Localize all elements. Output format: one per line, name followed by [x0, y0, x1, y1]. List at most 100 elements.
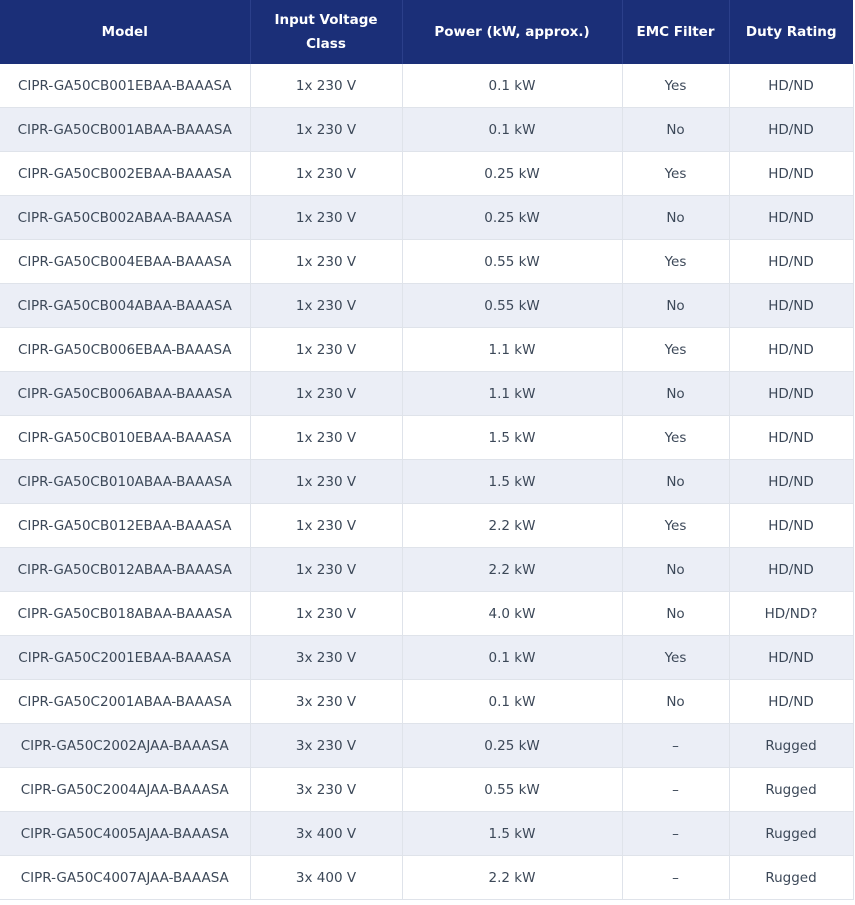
- emc-filter-cell: No: [622, 283, 730, 328]
- power-cell: 2.2 kW: [402, 855, 623, 900]
- model-cell: CIPR-GA50CB010ABAA-BAAASA: [0, 459, 251, 504]
- duty-rating-cell: HD/ND: [729, 107, 854, 152]
- input-voltage-cell: 1x 230 V: [250, 107, 403, 152]
- table-row: CIPR-GA50C4007AJAA-BAAASA 3x 400 V 2.2 kW –…: [0, 855, 854, 900]
- power-cell: 0.25 kW: [402, 195, 623, 240]
- power-cell: 0.55 kW: [402, 239, 623, 284]
- duty-rating-cell: Rugged: [729, 723, 854, 768]
- input-voltage-cell: 3x 400 V: [250, 811, 403, 856]
- model-cell: CIPR-GA50C2001EBAA-BAAASA: [0, 635, 251, 680]
- model-cell: CIPR-GA50CB001EBAA-BAAASA: [0, 64, 251, 108]
- duty-rating-cell: Rugged: [729, 811, 854, 856]
- emc-filter-cell: Yes: [622, 239, 730, 284]
- table-row: CIPR-GA50CB002EBAA-BAAASA 1x 230 V 0.25 kW…: [0, 151, 854, 196]
- duty-rating-cell: Rugged: [729, 767, 854, 812]
- duty-rating-cell: HD/ND: [729, 195, 854, 240]
- table-row: CIPR-GA50C2001ABAA-BAAASA 3x 230 V 0.1 kW N…: [0, 679, 854, 724]
- input-voltage-cell: 1x 230 V: [250, 327, 403, 372]
- power-cell: 0.1 kW: [402, 635, 623, 680]
- input-voltage-cell: 3x 230 V: [250, 635, 403, 680]
- power-cell: 0.25 kW: [402, 723, 623, 768]
- table-row: CIPR-GA50CB004ABAA-BAAASA 1x 230 V 0.55 kW…: [0, 283, 854, 328]
- input-voltage-cell: 1x 230 V: [250, 459, 403, 504]
- emc-filter-cell: No: [622, 591, 730, 636]
- input-voltage-cell: 3x 400 V: [250, 855, 403, 900]
- table-row: CIPR-GA50CB006ABAA-BAAASA 1x 230 V 1.1 kW N…: [0, 371, 854, 416]
- table-row: CIPR-GA50CB004EBAA-BAAASA 1x 230 V 0.55 kW…: [0, 239, 854, 284]
- duty-rating-cell: HD/ND: [729, 635, 854, 680]
- emc-filter-cell: No: [622, 679, 730, 724]
- column-header-model: Model: [0, 0, 251, 64]
- emc-filter-cell: Yes: [622, 64, 730, 108]
- emc-filter-cell: No: [622, 547, 730, 592]
- emc-filter-cell: No: [622, 459, 730, 504]
- column-header-duty-rating: Duty Rating: [729, 0, 853, 64]
- model-cell: CIPR-GA50CB004EBAA-BAAASA: [0, 239, 251, 284]
- input-voltage-cell: 1x 230 V: [250, 591, 403, 636]
- emc-filter-cell: No: [622, 195, 730, 240]
- duty-rating-cell: Rugged: [729, 855, 854, 900]
- model-cell: CIPR-GA50CB004ABAA-BAAASA: [0, 283, 251, 328]
- power-cell: 0.1 kW: [402, 107, 623, 152]
- table-row: CIPR-GA50CB012EBAA-BAAASA 1x 230 V 2.2 kW Y…: [0, 503, 854, 548]
- table-header: Model Input Voltage Class Power (kW, app…: [0, 0, 853, 64]
- emc-filter-cell: –: [622, 723, 730, 768]
- power-cell: 2.2 kW: [402, 503, 623, 548]
- input-voltage-cell: 1x 230 V: [250, 64, 403, 108]
- power-cell: 1.5 kW: [402, 415, 623, 460]
- emc-filter-cell: Yes: [622, 151, 730, 196]
- model-cell: CIPR-GA50C2002AJAA-BAAASA: [0, 723, 251, 768]
- duty-rating-cell: HD/ND: [729, 371, 854, 416]
- emc-filter-cell: –: [622, 855, 730, 900]
- power-cell: 0.25 kW: [402, 151, 623, 196]
- power-cell: 1.5 kW: [402, 459, 623, 504]
- model-cell: CIPR-GA50CB002EBAA-BAAASA: [0, 151, 251, 196]
- emc-filter-cell: Yes: [622, 503, 730, 548]
- model-cell: CIPR-GA50C2004AJAA-BAAASA: [0, 767, 251, 812]
- table-row: CIPR-GA50CB010EBAA-BAAASA 1x 230 V 1.5 kW Y…: [0, 415, 854, 460]
- power-cell: 1.5 kW: [402, 811, 623, 856]
- model-cell: CIPR-GA50C2001ABAA-BAAASA: [0, 679, 251, 724]
- power-cell: 1.1 kW: [402, 371, 623, 416]
- duty-rating-cell: HD/ND?: [729, 591, 854, 636]
- table-row: CIPR-GA50C4005AJAA-BAAASA 3x 400 V 1.5 kW –…: [0, 811, 854, 856]
- input-voltage-cell: 1x 230 V: [250, 239, 403, 284]
- power-cell: 0.1 kW: [402, 679, 623, 724]
- power-cell: 0.1 kW: [402, 64, 623, 108]
- duty-rating-cell: HD/ND: [729, 547, 854, 592]
- model-cell: CIPR-GA50CB001ABAA-BAAASA: [0, 107, 251, 152]
- emc-filter-cell: –: [622, 811, 730, 856]
- power-cell: 2.2 kW: [402, 547, 623, 592]
- table-row: CIPR-GA50CB018ABAA-BAAASA 1x 230 V 4.0 kW N…: [0, 591, 854, 636]
- duty-rating-cell: HD/ND: [729, 64, 854, 108]
- power-cell: 1.1 kW: [402, 327, 623, 372]
- input-voltage-cell: 1x 230 V: [250, 195, 403, 240]
- input-voltage-cell: 1x 230 V: [250, 415, 403, 460]
- power-cell: 0.55 kW: [402, 283, 623, 328]
- column-header-emc-filter: EMC Filter: [622, 0, 730, 64]
- table-row: CIPR-GA50CB001ABAA-BAAASA 1x 230 V 0.1 kW N…: [0, 107, 854, 152]
- input-voltage-cell: 3x 230 V: [250, 723, 403, 768]
- power-cell: 4.0 kW: [402, 591, 623, 636]
- input-voltage-cell: 1x 230 V: [250, 547, 403, 592]
- input-voltage-cell: 3x 230 V: [250, 767, 403, 812]
- table-row: CIPR-GA50C2004AJAA-BAAASA 3x 230 V 0.55 kW…: [0, 767, 854, 812]
- input-voltage-cell: 1x 230 V: [250, 503, 403, 548]
- model-cell: CIPR-GA50C4005AJAA-BAAASA: [0, 811, 251, 856]
- duty-rating-cell: HD/ND: [729, 239, 854, 284]
- input-voltage-cell: 1x 230 V: [250, 151, 403, 196]
- emc-filter-cell: No: [622, 107, 730, 152]
- table-row: CIPR-GA50CB001EBAA-BAAASA 1x 230 V 0.1 kW Y…: [0, 64, 854, 108]
- column-header-power: Power (kW, approx.): [402, 0, 623, 64]
- duty-rating-cell: HD/ND: [729, 459, 854, 504]
- model-cell: CIPR-GA50CB012EBAA-BAAASA: [0, 503, 251, 548]
- duty-rating-cell: HD/ND: [729, 679, 854, 724]
- product-table: Model Input Voltage Class Power (kW, app…: [0, 0, 854, 900]
- input-voltage-cell: 1x 230 V: [250, 283, 403, 328]
- duty-rating-cell: HD/ND: [729, 327, 854, 372]
- power-cell: 0.55 kW: [402, 767, 623, 812]
- model-cell: CIPR-GA50CB010EBAA-BAAASA: [0, 415, 251, 460]
- model-cell: CIPR-GA50CB018ABAA-BAAASA: [0, 591, 251, 636]
- model-cell: CIPR-GA50C4007AJAA-BAAASA: [0, 855, 251, 900]
- table-row: CIPR-GA50CB002ABAA-BAAASA 1x 230 V 0.25 kW…: [0, 195, 854, 240]
